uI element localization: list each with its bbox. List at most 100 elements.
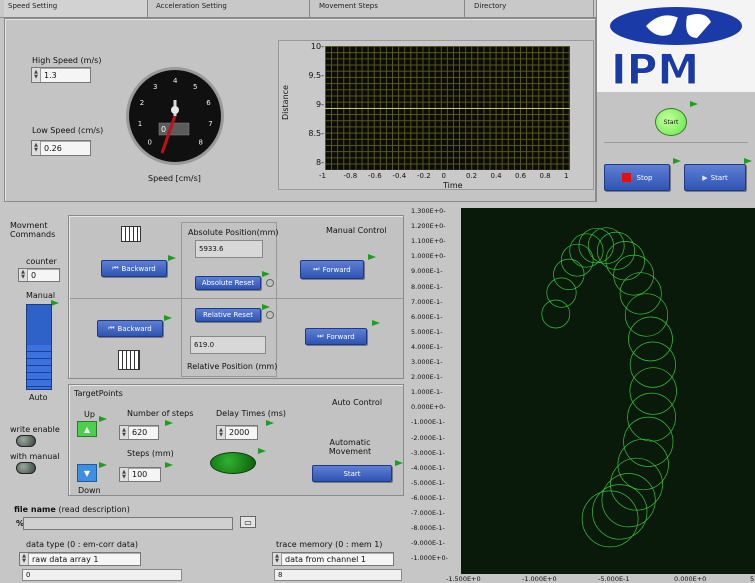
distance-midline	[325, 108, 570, 109]
xy-ytick: 0.000E+0-	[411, 403, 446, 412]
xy-ytick: -1.000E-1-	[411, 418, 445, 427]
start-flag-icon	[744, 158, 753, 164]
with-manual-toggle[interactable]	[16, 462, 36, 474]
forward-button-1[interactable]: ⏭ Forward	[300, 260, 364, 279]
motor-icon-bottom	[118, 350, 140, 370]
top-divider	[604, 142, 748, 143]
absolute-reset-button[interactable]: Absolute Reset	[195, 276, 261, 290]
rel-reset-led	[266, 311, 274, 319]
file-path-input[interactable]	[23, 517, 233, 530]
tab-acceleration-setting[interactable]: Acceleration Setting	[152, 0, 310, 17]
data-type-select[interactable]: ▲ ▼ raw data array 1	[19, 552, 141, 566]
xy-ytick: 1.300E+0-	[411, 207, 446, 215]
steps-mm-flag-icon	[165, 462, 174, 468]
trace-spinner[interactable]: ▲ ▼	[273, 553, 282, 565]
tab-movement-steps[interactable]: Movement Steps	[315, 0, 465, 17]
steps-mm-label: Steps (mm)	[127, 449, 174, 458]
stop-icon	[621, 173, 631, 182]
xy-xtick: 0.000E+0	[674, 575, 707, 583]
tab-directory[interactable]: Directory	[470, 0, 594, 17]
svg-text:IPM: IPM	[611, 45, 699, 88]
xy-ytick: -3.000E-1-	[411, 448, 445, 457]
delay-input[interactable]: ▲ ▼ 2000	[216, 425, 258, 440]
xy-ytick: 1.000E-1-	[411, 388, 443, 397]
steps-count-input[interactable]: ▲ ▼ 620	[119, 425, 159, 440]
steps-mm-spinner[interactable]: ▲ ▼	[120, 468, 129, 481]
slider-handle[interactable]	[27, 345, 51, 389]
low-speed-input[interactable]: ▲ ▼ 0.26	[31, 140, 91, 156]
xy-trace-loop	[553, 258, 585, 291]
backward-button-1[interactable]: ⏮ Backward	[101, 260, 167, 277]
gauge-label: Speed [cm/s]	[148, 174, 201, 183]
up-button[interactable]: ▲	[77, 421, 97, 437]
rel-position-value: 619.0	[190, 336, 266, 354]
steps-mm-input[interactable]: ▲ ▼ 100	[119, 467, 161, 482]
low-speed-spinner[interactable]: ▲ ▼	[32, 141, 41, 155]
tab-speed-setting[interactable]: Speed Setting	[4, 0, 148, 17]
counter-input[interactable]: ▲ ▼ 0	[18, 268, 60, 282]
xy-ytick: 4.000E-1-	[411, 342, 443, 351]
browse-folder-button[interactable]: ▭	[240, 516, 256, 528]
trace-select[interactable]: ▲ ▼ data from channel 1	[272, 552, 394, 566]
distance-xtick: 0.6	[515, 172, 527, 180]
data-type-label: data type (0 : em-corr data)	[26, 540, 138, 549]
rewind-icon-1: ⏮	[112, 264, 119, 272]
auto-move-label: Automatic Movement	[328, 438, 372, 456]
rel-position-label: Relative Position (mm)	[187, 362, 278, 371]
gauge-tick-label: 7	[208, 120, 212, 128]
xy-ytick: -5.000E-1-	[411, 478, 445, 487]
stop-flag-icon	[673, 158, 682, 164]
manual-auto-slider[interactable]	[26, 304, 52, 390]
xy-trace-loop	[546, 277, 577, 308]
xy-ytick: -2.000E-1-	[411, 433, 445, 442]
backward-button-2[interactable]: ⏮ Backward	[97, 320, 163, 337]
abs-position-value: 5933.6	[195, 240, 263, 258]
counter-spinner[interactable]: ▲ ▼	[19, 269, 28, 281]
xy-trace-loop	[560, 243, 594, 277]
relative-reset-button[interactable]: Relative Reset	[195, 308, 261, 322]
gauge-tick-label: 4	[173, 77, 178, 85]
fast-forward-icon-1: ⏭	[313, 265, 320, 273]
xy-ytick: -9.000E-1-	[411, 539, 445, 548]
auto-start-button[interactable]: Start	[312, 465, 392, 482]
distance-xtick: 0.4	[490, 172, 502, 180]
start-button[interactable]: ▶ Start	[684, 164, 746, 191]
abs-reset-flag-icon	[262, 271, 271, 277]
counter-label: counter	[26, 257, 57, 266]
trace-value: data from channel 1	[285, 554, 367, 564]
xy-ytick: 1.100E+0-	[411, 237, 446, 246]
distance-ytick: 9-	[316, 100, 324, 109]
backward-label-2: Backward	[117, 324, 152, 333]
steps-count-spinner[interactable]: ▲ ▼	[120, 426, 129, 439]
distance-xtick: -1	[319, 172, 326, 180]
high-speed-value: 1.3	[44, 70, 57, 80]
forward-button-2[interactable]: ⏭ Forward	[305, 328, 367, 345]
xy-ytick: 7.000E-1-	[411, 297, 443, 306]
distance-xtick: -0.6	[368, 172, 382, 180]
xy-xtick: 5.000E-1	[750, 575, 755, 583]
start-led[interactable]: Start	[655, 108, 687, 136]
low-speed-value: 0.26	[44, 143, 62, 153]
high-speed-spinner[interactable]: ▲ ▼	[32, 68, 41, 82]
delay-flag-icon	[266, 420, 275, 426]
up-label: Up	[84, 410, 95, 419]
stop-button[interactable]: Stop	[604, 164, 670, 191]
start-label: Start	[710, 173, 728, 182]
up-flag-icon	[99, 416, 108, 422]
down-button[interactable]: ▼	[77, 464, 97, 482]
distance-xlabel: Time	[443, 181, 463, 190]
up-arrow-icon: ▲	[83, 424, 91, 434]
start-led-flag-icon	[690, 101, 699, 107]
distance-xtick: -0.4	[392, 172, 407, 180]
data-type-spinner[interactable]: ▲ ▼	[20, 553, 29, 565]
delay-spinner[interactable]: ▲ ▼	[217, 426, 226, 439]
steps-count-value: 620	[132, 428, 148, 437]
xy-ytick: 2.000E-1-	[411, 373, 443, 382]
write-enable-toggle[interactable]	[16, 435, 36, 447]
auto-start-flag-icon	[395, 460, 404, 466]
high-speed-input[interactable]: ▲ ▼ 1.3	[31, 67, 91, 83]
distance-ylabel: Distance	[281, 85, 290, 120]
file-name-label: file name (read description)	[14, 505, 130, 515]
distance-xtick: 1	[564, 172, 569, 180]
distance-xtick: -0.2	[417, 172, 431, 180]
